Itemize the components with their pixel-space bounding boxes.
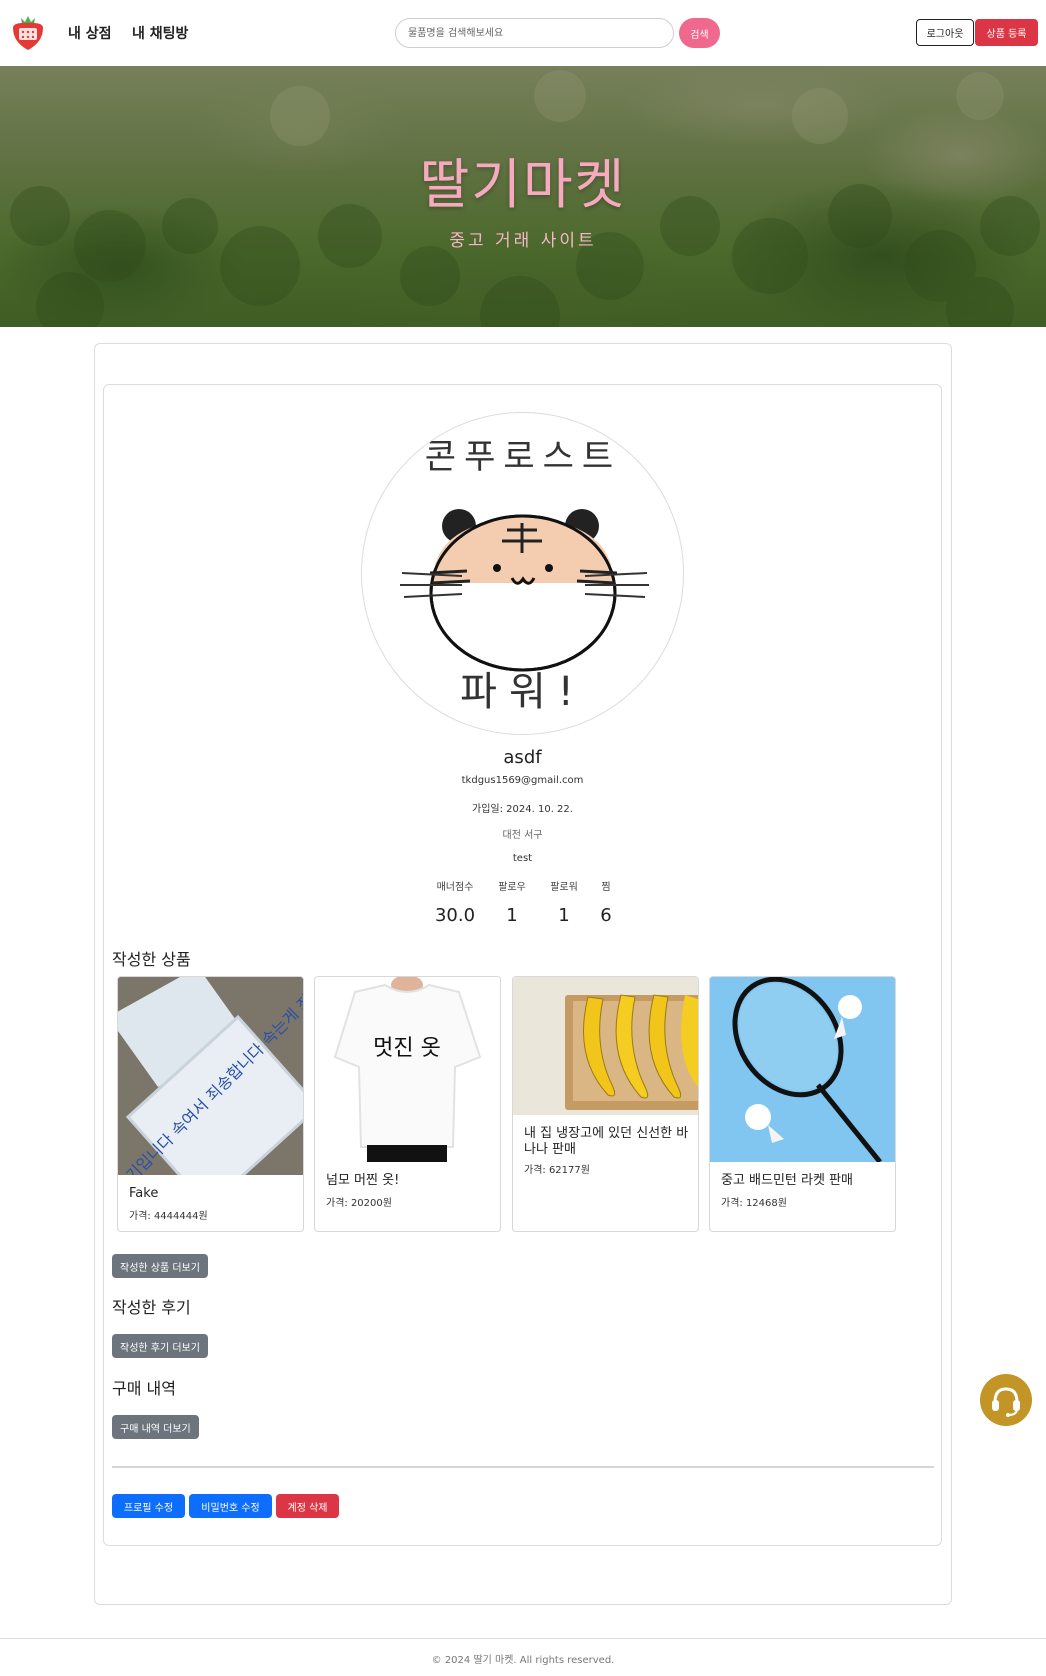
logout-button[interactable]: 로그아웃 — [916, 19, 974, 46]
footer-copyright: © 2024 딸기 마켓. All rights reserved. — [431, 1655, 615, 1666]
product-image — [513, 977, 698, 1115]
stat-wish-label[interactable]: 찜 — [576, 878, 636, 893]
edit-profile-button[interactable]: 프로필 수정 — [112, 1494, 185, 1518]
purchases-section-title: 구매 내역 — [112, 1379, 176, 1398]
product-price: 가격: 20200원 — [326, 1198, 392, 1209]
product-card[interactable]: 사기입니다 속여서 죄송합니다 속는게 죄 Fake 가격: 4444444원 — [117, 976, 304, 1232]
hero-title: 딸기마켓 — [419, 153, 627, 216]
change-password-button[interactable]: 비밀번호 수정 — [189, 1494, 272, 1518]
profile-email: tkdgus1569@gmail.com — [461, 775, 584, 786]
more-products-button[interactable]: 작성한 상품 더보기 — [112, 1254, 208, 1278]
hero-banner: 딸기마켓 중고 거래 사이트 — [0, 66, 1046, 327]
more-purchases-button[interactable]: 구매 내역 더보기 — [112, 1415, 199, 1439]
product-image: 사기입니다 속여서 죄송합니다 속는게 죄 — [118, 977, 303, 1175]
strawberry-logo-icon[interactable] — [9, 12, 47, 52]
headset-icon — [992, 1387, 1020, 1417]
avatar-top-text: 콘푸로스트 — [425, 437, 621, 477]
stat-wish-value[interactable]: 6 — [576, 905, 636, 926]
nav-my-chat-link[interactable]: 내 채팅방 — [132, 23, 188, 43]
product-card[interactable]: 내 집 냉장고에 있던 신선한 바나나 판매 가격: 62177원 — [512, 976, 699, 1232]
product-shirt-text: 멋진 옷 — [373, 1036, 441, 1061]
nav-my-shop-link[interactable]: 내 상점 — [68, 23, 112, 43]
search-button[interactable]: 검색 — [679, 18, 720, 48]
stat-manner-value: 30.0 — [434, 905, 476, 926]
product-card[interactable]: 중고 배드민턴 라켓 판매 가격: 12468원 — [709, 976, 896, 1232]
product-card[interactable]: 멋진 옷 넘모 머찐 옷! 가격: 20200원 — [314, 976, 501, 1232]
navbar: 내 상점 내 채팅방 검색 로그아웃 상품 등록 — [0, 0, 1046, 66]
products-section-title: 작성한 상품 — [112, 950, 191, 969]
product-price: 가격: 62177원 — [524, 1165, 590, 1176]
footer-divider — [0, 1638, 1046, 1639]
product-image: 멋진 옷 — [315, 977, 500, 1162]
section-divider — [112, 1466, 934, 1468]
product-name: 중고 배드민턴 라켓 판매 — [721, 1173, 853, 1188]
profile-bio: test — [512, 853, 533, 864]
stat-follow-label[interactable]: 팔로우 — [482, 878, 542, 893]
product-name: Fake — [129, 1186, 159, 1201]
hero-subtitle: 중고 거래 사이트 — [449, 231, 597, 251]
profile-username: asdf — [503, 747, 542, 768]
product-name: 내 집 냉장고에 있던 신선한 바나나 판매 — [524, 1126, 689, 1157]
avatar-bottom-text: 파워! — [460, 669, 586, 715]
product-image — [710, 977, 895, 1162]
reviews-section-title: 작성한 후기 — [112, 1298, 191, 1317]
product-price: 가격: 4444444원 — [129, 1211, 208, 1222]
profile-joined-date: 가입일: 2024. 10. 22. — [472, 804, 573, 815]
support-chat-button[interactable] — [980, 1374, 1032, 1426]
register-product-button[interactable]: 상품 등록 — [975, 19, 1038, 46]
more-reviews-button[interactable]: 작성한 후기 더보기 — [112, 1334, 208, 1358]
delete-account-button[interactable]: 계정 삭제 — [276, 1494, 339, 1518]
profile-location: 대전 서구 — [502, 830, 543, 841]
product-price: 가격: 12468원 — [721, 1198, 787, 1209]
profile-avatar: 콘푸로스트 파워! — [361, 412, 684, 735]
stat-manner-label: 매너점수 — [436, 882, 474, 893]
product-name: 넘모 머찐 옷! — [326, 1173, 400, 1188]
stat-follow-value[interactable]: 1 — [482, 905, 542, 926]
search-input[interactable] — [395, 18, 674, 48]
